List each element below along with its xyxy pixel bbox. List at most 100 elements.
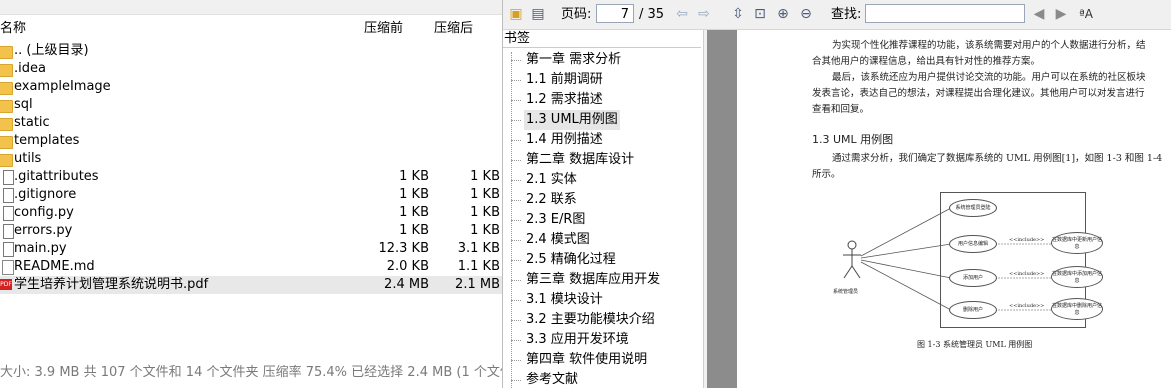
- tree-connector: [511, 280, 521, 281]
- tree-connector: [511, 220, 521, 221]
- find-input[interactable]: [865, 4, 1025, 23]
- file-name: config.py: [14, 205, 74, 220]
- status-bar: 大小: 3.9 MB 共 107 个文件和 14 个文件夹 压缩率 75.4% …: [0, 365, 502, 380]
- next-page-icon[interactable]: ⇨: [695, 5, 713, 23]
- folder-row[interactable]: utils: [0, 150, 502, 168]
- figure-caption: 图 1-3 系统管理员 UML 用例图: [917, 340, 1033, 349]
- size-after: 1 KB: [470, 223, 500, 238]
- page-number-input[interactable]: 7: [596, 4, 634, 23]
- file-name: templates: [14, 133, 80, 148]
- tree-connector: [511, 200, 521, 201]
- folder-icon: [0, 82, 13, 95]
- page-text: 所示。: [812, 169, 841, 180]
- pdf-file-icon: PDF: [0, 279, 12, 290]
- tree-connector: [511, 140, 521, 141]
- file-name: utils: [14, 151, 42, 166]
- tree-connector: [511, 300, 521, 301]
- bookmark-label: 2.5 精确化过程: [526, 252, 616, 267]
- file-name: .gitattributes: [14, 169, 99, 184]
- page-text: 合其他用户的课程信息，给出具有针对性的推荐方案。: [812, 56, 1041, 67]
- bookmarks-panel: 书签 第一章 需求分析 1.1 前期调研 1.2 需求描述 1.3 UML用例图 1.4…: [503, 30, 704, 388]
- tree-connector: [511, 340, 521, 341]
- tree-connector: [511, 60, 521, 61]
- tree-connector: [511, 160, 521, 161]
- file-row[interactable]: PDF 学生培养计划管理系统说明书.pdf 2.4 MB 2.1 MB: [0, 276, 502, 294]
- include-label: <<include>>: [1009, 237, 1045, 243]
- find-next-icon[interactable]: ▶: [1052, 5, 1070, 23]
- size-after: 3.1 KB: [457, 241, 500, 256]
- use-case: 添加用户: [949, 269, 997, 287]
- bookmark-label: 3.1 模块设计: [526, 292, 603, 307]
- bookmarks-title: 书签: [504, 31, 531, 46]
- bookmarks-divider: [503, 47, 701, 48]
- pdf-page: 为实现个性化推荐课程的功能，该系统需要对用户的个人数据进行分析，结 合其他用户的…: [737, 30, 1171, 388]
- file-name: .idea: [14, 61, 46, 76]
- document-area[interactable]: 为实现个性化推荐课程的功能，该系统需要对用户的个人数据进行分析，结 合其他用户的…: [707, 30, 1171, 388]
- folder-row[interactable]: static: [0, 114, 502, 132]
- section-heading: 1.3 UML 用例图: [812, 133, 894, 146]
- bookmark-label: 参考文献: [526, 372, 579, 387]
- use-case: 删除用户: [949, 301, 997, 319]
- bookmark-label: 第四章 软件使用说明: [526, 352, 648, 367]
- bookmark-label: 1.4 用例描述: [526, 132, 603, 147]
- tree-connector: [511, 240, 521, 241]
- zoom-in-icon[interactable]: ⊕: [774, 5, 792, 23]
- file-icon: [3, 242, 14, 257]
- archive-pane: 名称 压缩前 压缩后 .. (上级目录) .idea exampleImage sql…: [0, 0, 502, 388]
- file-row[interactable]: main.py 12.3 KB 3.1 KB: [0, 240, 502, 258]
- file-name: main.py: [14, 241, 67, 256]
- size-before: 12.3 KB: [378, 241, 429, 256]
- file-row[interactable]: .gitignore 1 KB 1 KB: [0, 186, 502, 204]
- column-header-after[interactable]: 压缩后: [434, 18, 473, 40]
- prev-page-icon[interactable]: ⇦: [673, 5, 691, 23]
- page-text: 发表言论，表达自己的想法，对课程提出合理化建议。其他用户可以对发言进行: [812, 88, 1145, 99]
- page-text: 为实现个性化推荐课程的功能，该系统需要对用户的个人数据进行分析，结: [832, 40, 1146, 51]
- folder-row[interactable]: sql: [0, 96, 502, 114]
- column-header-name[interactable]: 名称: [0, 18, 26, 40]
- pdf-viewer: ▣ ▤ 页码: 7 / 35 ⇦ ⇨ ⇳ ⊡ ⊕ ⊖ 查找: ◀ ▶ ªA 书签…: [502, 0, 1171, 388]
- file-row[interactable]: .gitattributes 1 KB 1 KB: [0, 168, 502, 186]
- use-case: 用户信息编辑: [949, 235, 997, 253]
- file-row[interactable]: config.py 1 KB 1 KB: [0, 204, 502, 222]
- file-icon: [3, 206, 14, 221]
- size-before: 1 KB: [399, 169, 429, 184]
- include-label: <<include>>: [1009, 303, 1045, 309]
- folder-icon: [0, 100, 13, 113]
- file-row[interactable]: README.md 2.0 KB 1.1 KB: [0, 258, 502, 276]
- bookmark-label: 1.1 前期调研: [526, 72, 603, 87]
- viewer-toolbar: ▣ ▤ 页码: 7 / 35 ⇦ ⇨ ⇳ ⊡ ⊕ ⊖ 查找: ◀ ▶ ªA: [503, 0, 1171, 30]
- markdown-file-icon: [2, 260, 14, 275]
- file-row[interactable]: errors.py 1 KB 1 KB: [0, 222, 502, 240]
- text-size-icon[interactable]: ªA: [1077, 5, 1095, 23]
- folder-icon: [0, 64, 13, 77]
- include-label: <<include>>: [1009, 271, 1045, 277]
- find-prev-icon[interactable]: ◀: [1030, 5, 1048, 23]
- fit-page-icon[interactable]: ⊡: [751, 5, 769, 23]
- tree-connector: [511, 260, 521, 261]
- bookmark-label: 第三章 数据库应用开发: [526, 272, 661, 287]
- tree-connector: [511, 100, 521, 101]
- folder-row[interactable]: exampleImage: [0, 78, 502, 96]
- file-name: static: [14, 115, 50, 130]
- open-icon[interactable]: ▣: [507, 5, 525, 23]
- size-before: 1 KB: [399, 223, 429, 238]
- folder-row[interactable]: templates: [0, 132, 502, 150]
- print-icon[interactable]: ▤: [529, 5, 547, 23]
- tree-connector: [511, 320, 521, 321]
- file-icon: [3, 188, 14, 203]
- file-name: README.md: [14, 259, 95, 274]
- size-before: 1 KB: [399, 205, 429, 220]
- included-use-case: 在数据库中添加用户信息: [1051, 266, 1103, 288]
- fit-width-icon[interactable]: ⇳: [729, 5, 747, 23]
- zoom-out-icon[interactable]: ⊖: [797, 5, 815, 23]
- tree-connector: [511, 120, 521, 121]
- size-after: 1 KB: [470, 169, 500, 184]
- bookmark-label: 2.4 模式图: [526, 232, 590, 247]
- column-header-before[interactable]: 压缩前: [364, 18, 403, 40]
- size-before: 2.4 MB: [384, 277, 429, 292]
- page-text: 最后，该系统还应为用户提供讨论交流的功能。用户可以在系统的社区板块: [832, 72, 1146, 83]
- bookmark-label: 1.2 需求描述: [526, 92, 603, 107]
- file-name: errors.py: [14, 223, 73, 238]
- folder-row[interactable]: .idea: [0, 60, 502, 78]
- folder-row[interactable]: .. (上级目录): [0, 42, 502, 60]
